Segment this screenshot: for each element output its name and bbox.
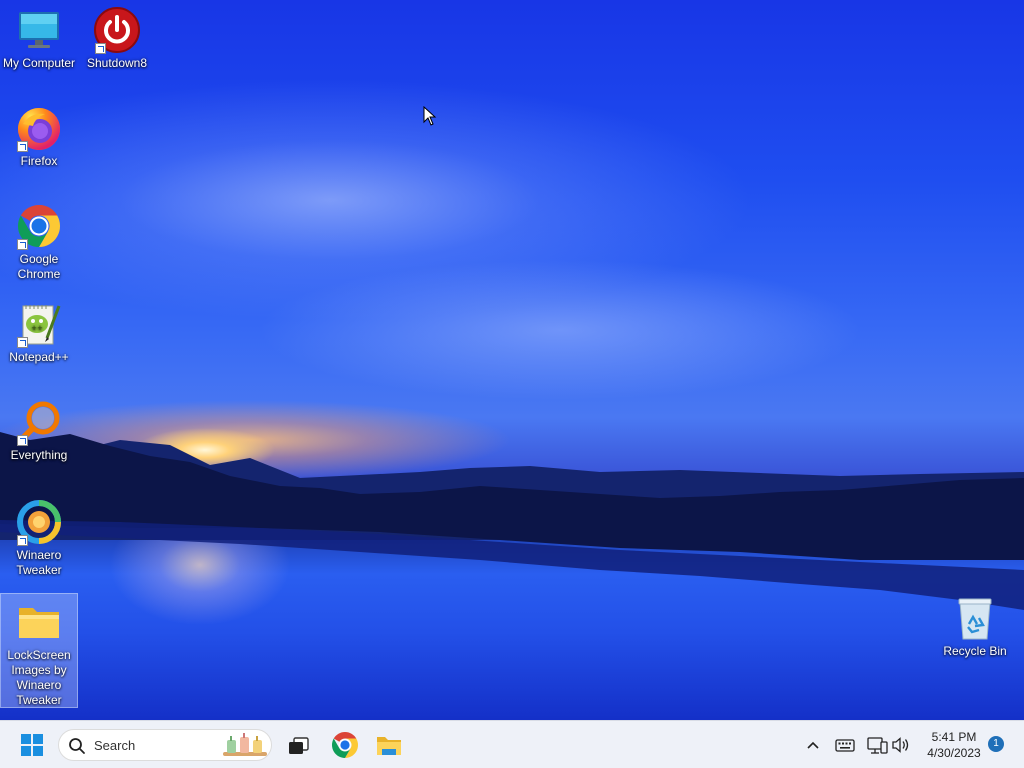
mouse-cursor-icon [423, 106, 437, 126]
desktop-icon-label: My Computer [2, 56, 76, 70]
search-placeholder: Search [94, 738, 136, 753]
desktop-icon-google-chrome[interactable]: Google Chrome [0, 202, 78, 282]
desktop-icon-my-computer[interactable]: My Computer [0, 6, 78, 71]
desktop-icon-label: Firefox [20, 154, 58, 168]
tray-volume-button[interactable] [885, 729, 917, 761]
desktop-icon-label: Shutdown8 [86, 56, 148, 70]
desktop-icon-shutdown8[interactable]: Shutdown8 [78, 6, 156, 71]
computer-monitor-icon [19, 12, 59, 48]
desktop-icon-everything[interactable]: Everything [0, 398, 78, 463]
start-button[interactable] [16, 729, 48, 761]
shortcut-arrow-icon [17, 141, 28, 152]
search-highlight-illustration-icon [223, 733, 267, 756]
svg-text:++: ++ [31, 324, 43, 332]
desktop-icon-firefox[interactable]: Firefox [0, 104, 78, 169]
clock-time: 5:41 PM [931, 730, 977, 744]
shortcut-arrow-icon [17, 535, 28, 546]
desktop-icon-label: Everything [10, 448, 68, 462]
folder-icon [19, 608, 59, 638]
taskbar-file-explorer-button[interactable] [373, 729, 405, 761]
shortcut-arrow-icon [95, 43, 106, 54]
taskbar-search-box[interactable]: Search [58, 729, 272, 761]
windows-logo-icon [21, 734, 43, 756]
notification-badge[interactable]: 1 [988, 736, 1004, 752]
file-explorer-icon [377, 737, 401, 755]
taskbar: Search 5:41 PM 4/30/2023 [0, 720, 1024, 768]
shortcut-arrow-icon [17, 337, 28, 348]
wallpaper-hills [0, 432, 1024, 610]
desktop-icon-label: Notepad++ [9, 350, 69, 364]
chrome-icon [331, 732, 359, 758]
recycle-bin-icon [958, 598, 992, 640]
desktop-icon-label: Google Chrome [17, 252, 61, 281]
desktop-icon-winaero-tweaker[interactable]: Winaero Tweaker [0, 498, 78, 578]
desktop-icon-recycle-bin[interactable]: Recycle Bin [936, 594, 1014, 659]
chevron-up-icon [807, 741, 819, 749]
tray-overflow-button[interactable] [797, 729, 829, 761]
taskbar-chrome-button[interactable] [329, 729, 361, 761]
tray-clock[interactable]: 5:41 PM 4/30/2023 [920, 729, 988, 761]
task-view-button[interactable] [282, 729, 314, 761]
task-view-icon [289, 737, 309, 754]
search-icon [69, 738, 85, 754]
speaker-icon [892, 737, 909, 753]
shortcut-arrow-icon [17, 239, 28, 250]
desktop-icon-label: Recycle Bin [943, 644, 1007, 658]
desktop-icon-label: LockScreen Images by Winaero Tweaker [7, 648, 71, 707]
tray-keyboard-button[interactable] [829, 729, 861, 761]
clock-date: 4/30/2023 [927, 746, 981, 760]
desktop-icon-label: Winaero Tweaker [16, 548, 62, 577]
shortcut-arrow-icon [17, 435, 28, 446]
desktop-icon-notepadpp[interactable]: ++ Notepad++ [0, 300, 78, 365]
desktop-wallpaper: My Computer Shutdown8 Firefox Google Chr… [0, 0, 1024, 720]
desktop-icon-lockscreen-folder[interactable]: LockScreen Images by Winaero Tweaker [0, 593, 78, 708]
keyboard-icon [835, 739, 855, 752]
